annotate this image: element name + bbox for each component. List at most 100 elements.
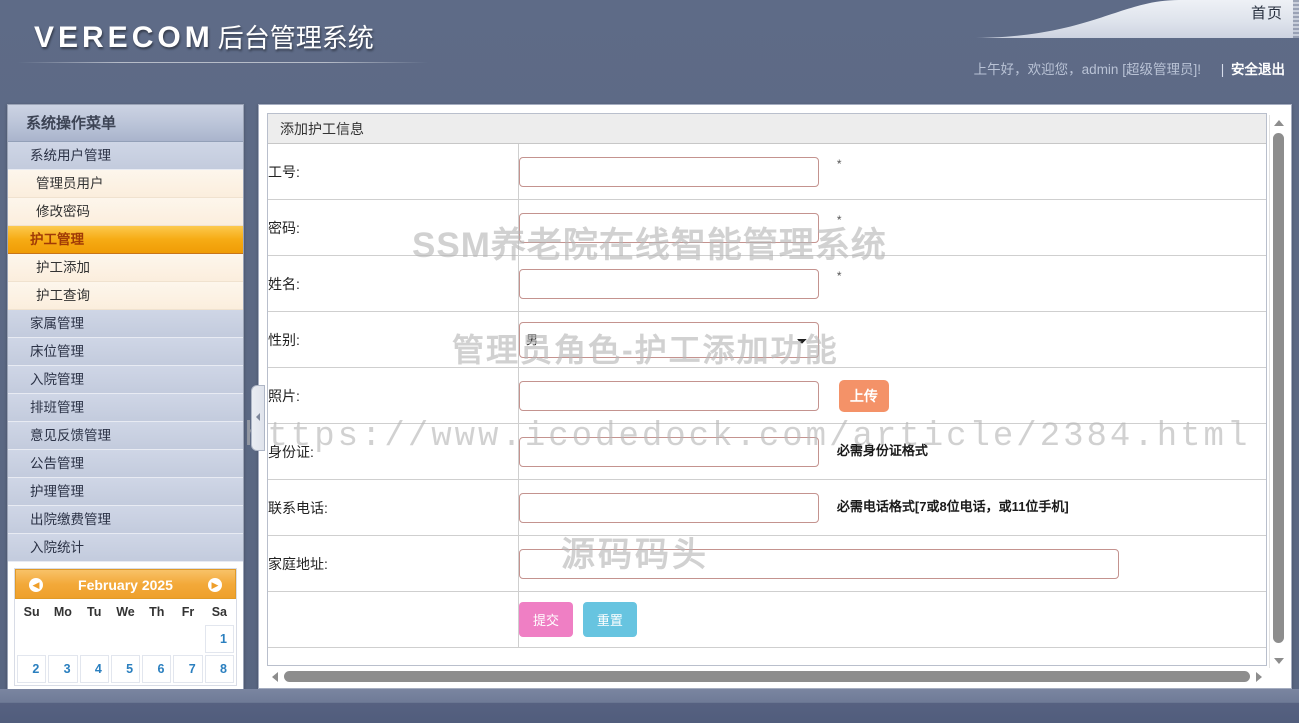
calendar-day-empty bbox=[173, 625, 202, 653]
calendar-prev-icon[interactable]: ◀ bbox=[29, 578, 43, 592]
calendar-day[interactable]: 3 bbox=[48, 655, 77, 683]
sidebar: 系统操作菜单 系统用户管理管理员用户修改密码护工管理护工添加护工查询家属管理床位… bbox=[7, 104, 244, 691]
scroll-left-icon[interactable] bbox=[267, 669, 282, 684]
name-input[interactable] bbox=[519, 269, 819, 299]
panel-collapse-handle[interactable] bbox=[251, 385, 265, 451]
sidebar-item-9[interactable]: 排班管理 bbox=[8, 394, 243, 422]
sidebar-item-label: 公告管理 bbox=[30, 456, 84, 471]
sidebar-item-label: 护工添加 bbox=[36, 260, 90, 275]
calendar-header: ◀ February 2025 ▶ bbox=[15, 569, 236, 599]
calendar-day-empty bbox=[111, 625, 140, 653]
calendar-next-icon[interactable]: ▶ bbox=[208, 578, 222, 592]
calendar-day[interactable]: 6 bbox=[142, 655, 171, 683]
horizontal-scrollbar-thumb[interactable] bbox=[284, 671, 1250, 682]
submit-button[interactable]: 提交 bbox=[519, 602, 573, 637]
sidebar-item-12[interactable]: 护理管理 bbox=[8, 478, 243, 506]
upload-button[interactable]: 上传 bbox=[839, 380, 889, 412]
form-row-身份证: 身份证: 必需身份证格式 bbox=[268, 424, 1266, 480]
required-mark: * bbox=[837, 213, 842, 227]
greeting-text: 上午好，欢迎您，admin [超级管理员]! bbox=[974, 62, 1201, 77]
home-tab[interactable]: 首页 bbox=[969, 0, 1299, 38]
sidebar-item-11[interactable]: 公告管理 bbox=[8, 450, 243, 478]
label-gender: 性别: bbox=[268, 312, 519, 368]
phone-hint: 必需电话格式[7或8位电话，或11位手机] bbox=[837, 499, 1069, 514]
sidebar-item-0[interactable]: 系统用户管理 bbox=[8, 142, 243, 170]
field-address bbox=[519, 536, 1267, 592]
sidebar-item-6[interactable]: 家属管理 bbox=[8, 310, 243, 338]
sidebar-item-label: 出院缴费管理 bbox=[30, 512, 111, 527]
calendar-body: 12345678 bbox=[17, 625, 234, 683]
sidebar-item-5[interactable]: 护工查询 bbox=[8, 282, 243, 310]
sidebar-item-13[interactable]: 出院缴费管理 bbox=[8, 506, 243, 534]
home-tab-shape bbox=[969, 0, 1299, 38]
caregiver-form: 工号: * 密码: * 姓名: bbox=[268, 144, 1266, 648]
header-separator: | bbox=[1221, 62, 1225, 77]
field-id-card: 必需身份证格式 bbox=[519, 424, 1267, 480]
horizontal-scrollbar[interactable] bbox=[267, 669, 1267, 684]
calendar-day[interactable]: 4 bbox=[80, 655, 109, 683]
calendar-day[interactable]: 5 bbox=[111, 655, 140, 683]
calendar-weekday: Mo bbox=[48, 601, 77, 623]
photo-input[interactable] bbox=[519, 381, 819, 411]
calendar-day-empty bbox=[17, 625, 46, 653]
password-input[interactable] bbox=[519, 213, 819, 243]
sidebar-item-label: 排班管理 bbox=[30, 400, 84, 415]
label-password: 密码: bbox=[268, 200, 519, 256]
logo-divider bbox=[18, 62, 428, 63]
form-row-联系电话: 联系电话: 必需电话格式[7或8位电话，或11位手机] bbox=[268, 480, 1266, 536]
form-row-性别: 性别: 男女 bbox=[268, 312, 1266, 368]
required-mark: * bbox=[837, 269, 842, 283]
sidebar-item-label: 系统用户管理 bbox=[30, 148, 111, 163]
vertical-scrollbar[interactable] bbox=[1269, 115, 1287, 668]
gender-select[interactable]: 男女 bbox=[519, 322, 819, 358]
sidebar-item-1[interactable]: 管理员用户 bbox=[8, 170, 243, 198]
form-title: 添加护工信息 bbox=[268, 114, 1266, 144]
scroll-up-icon[interactable] bbox=[1271, 115, 1286, 130]
calendar-day[interactable]: 2 bbox=[17, 655, 46, 683]
bottom-bar bbox=[0, 689, 1299, 723]
logo-text-en: VERECOM bbox=[34, 21, 214, 54]
field-password: * bbox=[519, 200, 1267, 256]
scroll-right-icon[interactable] bbox=[1252, 669, 1267, 684]
field-phone: 必需电话格式[7或8位电话，或11位手机] bbox=[519, 480, 1267, 536]
label-id-card: 身份证: bbox=[268, 424, 519, 480]
calendar-day[interactable]: 8 bbox=[205, 655, 234, 683]
field-photo: 上传 bbox=[519, 368, 1267, 424]
scroll-down-icon[interactable] bbox=[1271, 653, 1286, 668]
phone-input[interactable] bbox=[519, 493, 819, 523]
sidebar-item-8[interactable]: 入院管理 bbox=[8, 366, 243, 394]
sidebar-item-7[interactable]: 床位管理 bbox=[8, 338, 243, 366]
sidebar-item-label: 护工管理 bbox=[30, 232, 84, 247]
logout-link[interactable]: 安全退出 bbox=[1231, 62, 1285, 77]
id-card-input[interactable] bbox=[519, 437, 819, 467]
app-header: 首页 VERECOM后台管理系统 上午好，欢迎您，admin [超级管理员]! … bbox=[0, 0, 1299, 94]
reset-button[interactable]: 重置 bbox=[583, 602, 637, 637]
form-row-actions: 提交 重置 bbox=[268, 592, 1266, 648]
sidebar-item-10[interactable]: 意见反馈管理 bbox=[8, 422, 243, 450]
sidebar-item-2[interactable]: 修改密码 bbox=[8, 198, 243, 226]
field-employee-id: * bbox=[519, 144, 1267, 200]
app-root: 首页 VERECOM后台管理系统 上午好，欢迎您，admin [超级管理员]! … bbox=[0, 0, 1299, 723]
address-input[interactable] bbox=[519, 549, 1119, 579]
header-user-area: 上午好，欢迎您，admin [超级管理员]! | 安全退出 bbox=[974, 58, 1285, 78]
calendar-week-row: 2345678 bbox=[17, 655, 234, 683]
actions-cell: 提交 重置 bbox=[519, 592, 1267, 648]
calendar-day-empty bbox=[48, 625, 77, 653]
home-tab-label[interactable]: 首页 bbox=[1251, 2, 1283, 23]
sidebar-item-14[interactable]: 入院统计 bbox=[8, 534, 243, 562]
vertical-scrollbar-thumb[interactable] bbox=[1273, 133, 1284, 643]
label-address: 家庭地址: bbox=[268, 536, 519, 592]
calendar-day[interactable]: 1 bbox=[205, 625, 234, 653]
calendar-weekday: Su bbox=[17, 601, 46, 623]
sidebar-item-3[interactable]: 护工管理 bbox=[8, 226, 243, 254]
label-employee-id: 工号: bbox=[268, 144, 519, 200]
calendar-weekday: Fr bbox=[173, 601, 202, 623]
calendar-day-empty bbox=[80, 625, 109, 653]
edge-decoration bbox=[1293, 0, 1299, 38]
calendar-day[interactable]: 7 bbox=[173, 655, 202, 683]
sidebar-item-4[interactable]: 护工添加 bbox=[8, 254, 243, 282]
employee-id-input[interactable] bbox=[519, 157, 819, 187]
sidebar-item-label: 护理管理 bbox=[30, 484, 84, 499]
sidebar-item-label: 修改密码 bbox=[36, 204, 90, 219]
form-row-家庭地址: 家庭地址: bbox=[268, 536, 1266, 592]
